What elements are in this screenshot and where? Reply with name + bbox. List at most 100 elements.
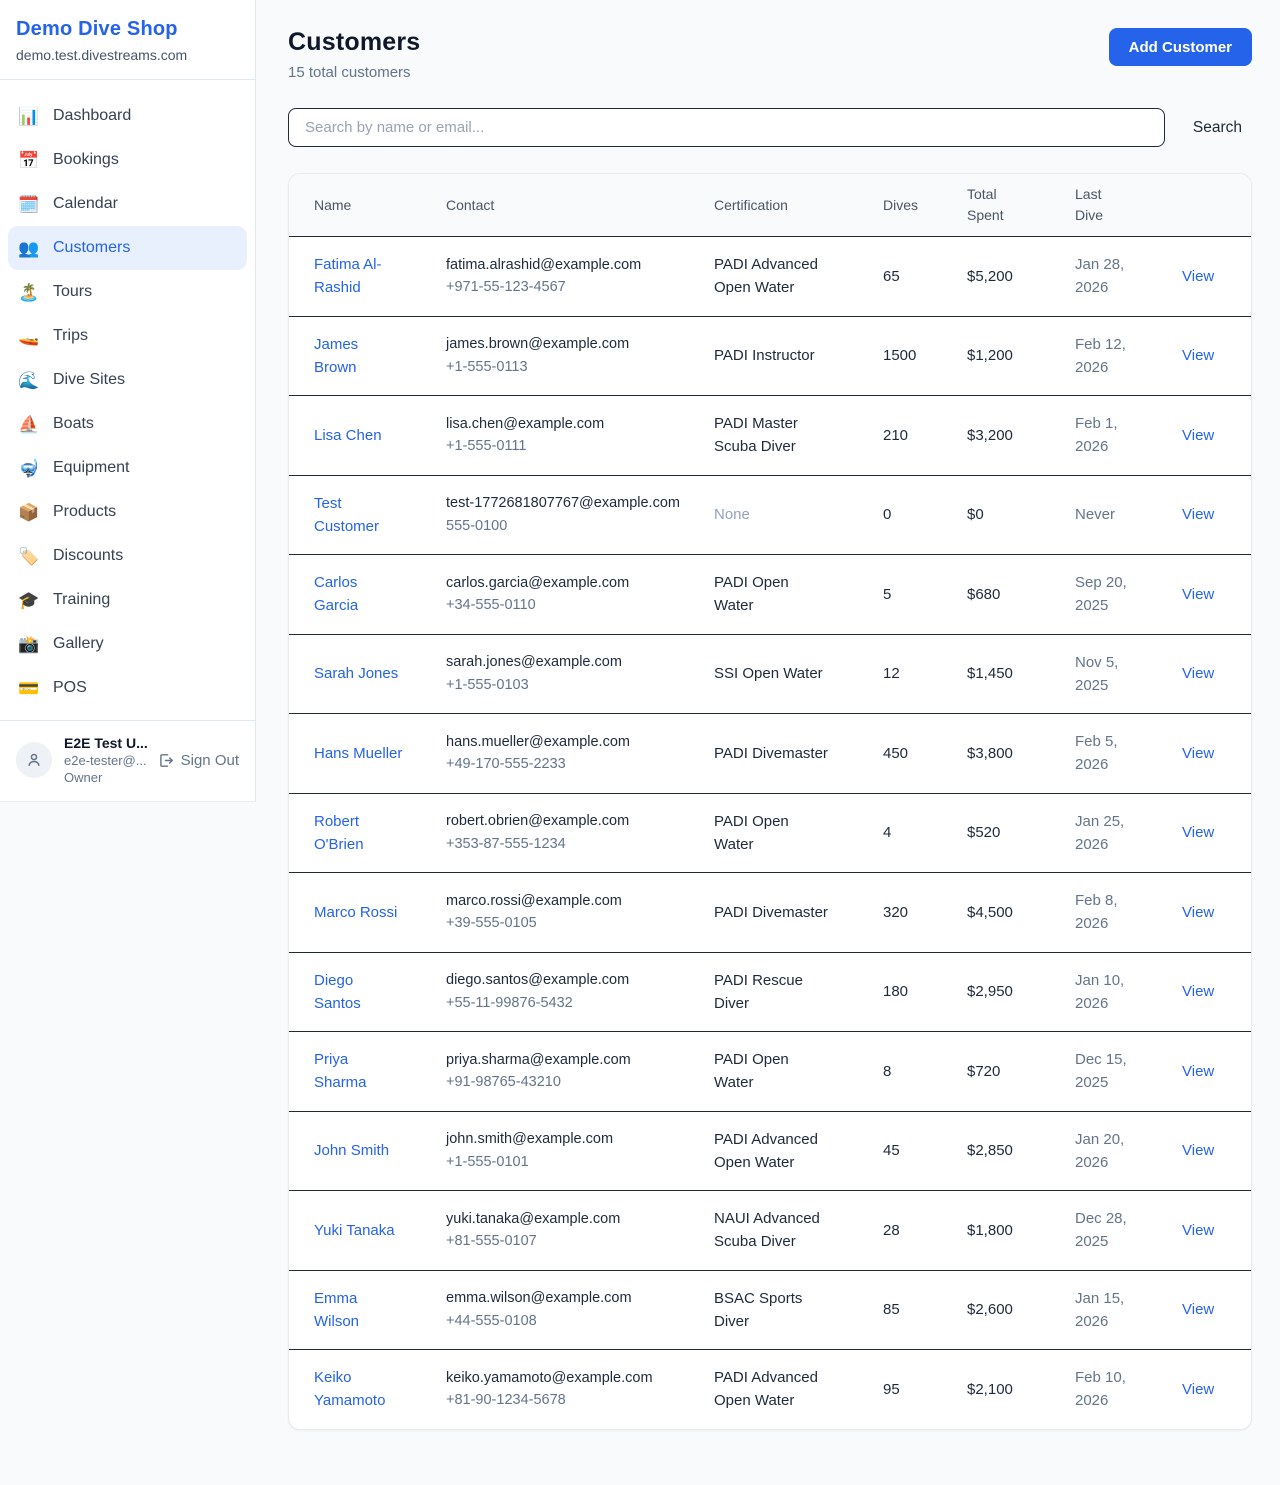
search-button[interactable]: Search [1193,119,1252,137]
discounts-icon: 🏷️ [18,548,40,565]
customer-certification: PADI Master Scuba Diver [714,412,832,459]
customer-name-link[interactable]: Fatima Al-Rashid [314,253,404,300]
view-customer-link[interactable]: View [1182,824,1214,841]
sidebar-item-trips[interactable]: 🚤 Trips [8,314,247,358]
view-customer-link[interactable]: View [1182,665,1214,682]
customer-email: marco.rossi@example.com [446,890,681,912]
sign-out-button[interactable]: Sign Out [157,752,239,769]
customer-email: priya.sharma@example.com [446,1049,681,1071]
customer-name-link[interactable]: Hans Mueller [314,742,402,765]
customer-name-link[interactable]: Lisa Chen [314,424,382,447]
view-customer-link[interactable]: View [1182,1301,1214,1318]
customer-email: sarah.jones@example.com [446,651,681,673]
view-customer-link[interactable]: View [1182,586,1214,603]
customer-total-spent: $5,200 [955,237,1063,317]
customer-phone: +81-90-1234-5678 [446,1389,690,1411]
customer-last-dive: Jan 10, 2026 [1075,969,1138,1016]
table-row: Robert O'Brien robert.obrien@example.com… [289,793,1251,873]
table-row: Priya Sharma priya.sharma@example.com +9… [289,1032,1251,1112]
customer-name-link[interactable]: Diego Santos [314,969,404,1016]
table-row: Diego Santos diego.santos@example.com +5… [289,952,1251,1032]
training-icon: 🎓 [18,592,40,609]
view-customer-link[interactable]: View [1182,983,1214,1000]
sidebar-header: Demo Dive Shop demo.test.divestreams.com [0,0,255,80]
customer-name-link[interactable]: Keiko Yamamoto [314,1366,404,1413]
sidebar-item-customers[interactable]: 👥 Customers [8,226,247,270]
customer-last-dive: Feb 10, 2026 [1075,1366,1138,1413]
sidebar-item-boats[interactable]: ⛵ Boats [8,402,247,446]
view-customer-link[interactable]: View [1182,347,1214,364]
user-meta: E2E Test U... e2e-tester@... Owner [64,735,145,785]
customer-email: john.smith@example.com [446,1128,681,1150]
sidebar-item-equipment[interactable]: 🤿 Equipment [8,446,247,490]
table-row: Lisa Chen lisa.chen@example.com +1-555-0… [289,396,1251,476]
customer-total-spent: $3,200 [955,396,1063,476]
view-customer-link[interactable]: View [1182,1142,1214,1159]
view-customer-link[interactable]: View [1182,268,1214,285]
avatar [16,742,52,778]
customer-certification: PADI Divemaster [714,742,828,765]
sign-out-label: Sign Out [181,752,239,769]
dive-sites-icon: 🌊 [18,372,40,389]
sidebar-item-training[interactable]: 🎓 Training [8,578,247,622]
sidebar-item-pos[interactable]: 💳 POS [8,666,247,710]
brand-domain: demo.test.divestreams.com [16,47,239,63]
customer-name-link[interactable]: Marco Rossi [314,901,397,924]
sidebar-item-dive-sites[interactable]: 🌊 Dive Sites [8,358,247,402]
main-content: Customers 15 total customers Add Custome… [256,0,1280,1430]
customer-name-link[interactable]: Test Customer [314,492,404,539]
customers-icon: 👥 [18,240,40,257]
sidebar-item-dashboard[interactable]: 📊 Dashboard [8,94,247,138]
sidebar-item-bookings[interactable]: 📅 Bookings [8,138,247,182]
view-customer-link[interactable]: View [1182,1222,1214,1239]
view-customer-link[interactable]: View [1182,1381,1214,1398]
customer-name-link[interactable]: John Smith [314,1139,389,1162]
customer-name-link[interactable]: Yuki Tanaka [314,1219,395,1242]
customer-last-dive: Jan 15, 2026 [1075,1287,1138,1334]
add-customer-button[interactable]: Add Customer [1109,28,1252,66]
customer-phone: +55-11-99876-5432 [446,992,690,1014]
customer-dives: 8 [871,1032,955,1112]
customer-dives: 320 [871,873,955,953]
customer-total-spent: $0 [955,475,1063,555]
customer-name-link[interactable]: Priya Sharma [314,1048,404,1095]
column-header-name: Name [289,174,434,237]
customer-last-dive: Never [1075,503,1115,526]
customer-email: carlos.garcia@example.com [446,572,681,594]
sidebar-item-gallery[interactable]: 📸 Gallery [8,622,247,666]
view-customer-link[interactable]: View [1182,506,1214,523]
brand-name: Demo Dive Shop [16,18,239,41]
customer-name-link[interactable]: James Brown [314,333,404,380]
view-customer-link[interactable]: View [1182,745,1214,762]
sidebar-nav: 📊 Dashboard 📅 Bookings 🗓️ Calendar 👥 Cus… [0,80,255,720]
view-customer-link[interactable]: View [1182,427,1214,444]
table-row: John Smith john.smith@example.com +1-555… [289,1111,1251,1191]
customer-email: test-1772681807767@example.com [446,492,681,514]
sidebar-item-tours[interactable]: 🏝️ Tours [8,270,247,314]
sidebar-item-products[interactable]: 📦 Products [8,490,247,534]
page-title: Customers [288,28,420,57]
customer-last-dive: Dec 15, 2025 [1075,1048,1138,1095]
sidebar-item-calendar[interactable]: 🗓️ Calendar [8,182,247,226]
customer-dives: 450 [871,714,955,794]
customer-phone: +49-170-555-2233 [446,753,690,775]
customer-phone: +81-555-0107 [446,1230,690,1252]
sidebar-item-discounts[interactable]: 🏷️ Discounts [8,534,247,578]
customer-name-link[interactable]: Sarah Jones [314,662,398,685]
customer-email: emma.wilson@example.com [446,1287,681,1309]
customer-email: fatima.alrashid@example.com [446,254,681,276]
customer-last-dive: Jan 28, 2026 [1075,253,1138,300]
view-customer-link[interactable]: View [1182,904,1214,921]
customer-phone: +353-87-555-1234 [446,833,690,855]
customer-total-spent: $680 [955,555,1063,635]
search-input[interactable] [288,108,1165,147]
customer-last-dive: Feb 12, 2026 [1075,333,1138,380]
user-name: E2E Test U... [64,735,145,751]
customer-email: james.brown@example.com [446,333,681,355]
customer-name-link[interactable]: Emma Wilson [314,1287,404,1334]
customer-phone: +971-55-123-4567 [446,276,690,298]
customer-name-link[interactable]: Carlos Garcia [314,571,404,618]
customer-name-link[interactable]: Robert O'Brien [314,810,404,857]
view-customer-link[interactable]: View [1182,1063,1214,1080]
customer-total-spent: $1,200 [955,316,1063,396]
